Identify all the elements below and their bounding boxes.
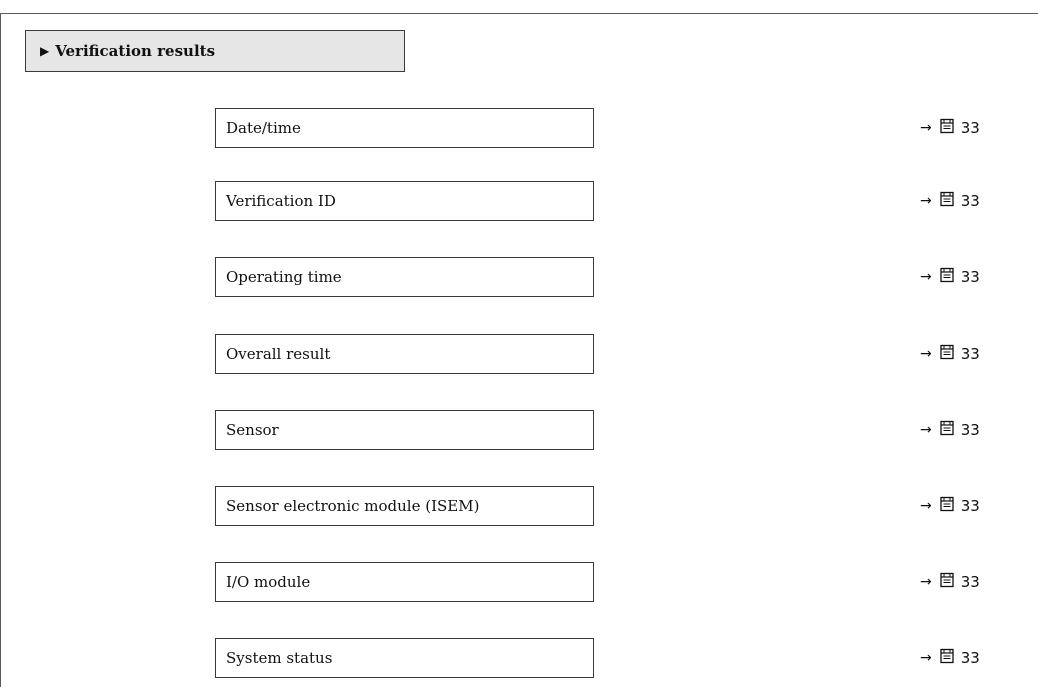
- book-page-icon: [939, 267, 955, 287]
- param-label: Date/time: [226, 119, 301, 137]
- page-reference[interactable]: → 33: [920, 181, 1020, 221]
- param-verification-id[interactable]: Verification ID: [215, 181, 594, 221]
- page-number: 33: [960, 421, 980, 439]
- arrow-right-icon: →: [920, 269, 932, 285]
- page-reference[interactable]: → 33: [920, 562, 1020, 602]
- param-label: Sensor: [226, 421, 279, 439]
- arrow-right-icon: →: [920, 120, 932, 136]
- book-page-icon: [939, 420, 955, 440]
- book-page-icon: [939, 191, 955, 211]
- param-system-status[interactable]: System status: [215, 638, 594, 678]
- page-number: 33: [960, 192, 980, 210]
- frame-left-rule: [0, 13, 1, 687]
- book-page-icon: [939, 118, 955, 138]
- section-title: Verification results: [55, 42, 216, 60]
- page-reference[interactable]: → 33: [920, 334, 1020, 374]
- page-number: 33: [960, 497, 980, 515]
- arrow-right-icon: →: [920, 422, 932, 438]
- section-header-verification-results[interactable]: ▶ Verification results: [25, 30, 405, 72]
- page-reference[interactable]: → 33: [920, 638, 1020, 678]
- param-label: I/O module: [226, 573, 311, 591]
- arrow-right-icon: →: [920, 346, 932, 362]
- param-label: System status: [226, 649, 333, 667]
- arrow-right-icon: →: [920, 650, 932, 666]
- param-date-time[interactable]: Date/time: [215, 108, 594, 148]
- arrow-right-icon: →: [920, 498, 932, 514]
- page-number: 33: [960, 649, 980, 667]
- book-page-icon: [939, 572, 955, 592]
- book-page-icon: [939, 648, 955, 668]
- page-number: 33: [960, 119, 980, 137]
- page-reference[interactable]: → 33: [920, 108, 1020, 148]
- page-reference[interactable]: → 33: [920, 486, 1020, 526]
- param-io-module[interactable]: I/O module: [215, 562, 594, 602]
- page-number: 33: [960, 573, 980, 591]
- book-page-icon: [939, 496, 955, 516]
- param-label: Overall result: [226, 345, 331, 363]
- param-operating-time[interactable]: Operating time: [215, 257, 594, 297]
- param-label: Sensor electronic module (ISEM): [226, 497, 480, 515]
- param-sensor[interactable]: Sensor: [215, 410, 594, 450]
- page-reference[interactable]: → 33: [920, 257, 1020, 297]
- frame-top-rule: [0, 13, 1038, 14]
- param-label: Operating time: [226, 268, 342, 286]
- arrow-right-icon: →: [920, 574, 932, 590]
- param-overall-result[interactable]: Overall result: [215, 334, 594, 374]
- triangle-right-icon: ▶: [40, 44, 50, 58]
- page-number: 33: [960, 268, 980, 286]
- page-reference[interactable]: → 33: [920, 410, 1020, 450]
- param-label: Verification ID: [226, 192, 336, 210]
- book-page-icon: [939, 344, 955, 364]
- page-number: 33: [960, 345, 980, 363]
- param-sensor-electronic-module[interactable]: Sensor electronic module (ISEM): [215, 486, 594, 526]
- arrow-right-icon: →: [920, 193, 932, 209]
